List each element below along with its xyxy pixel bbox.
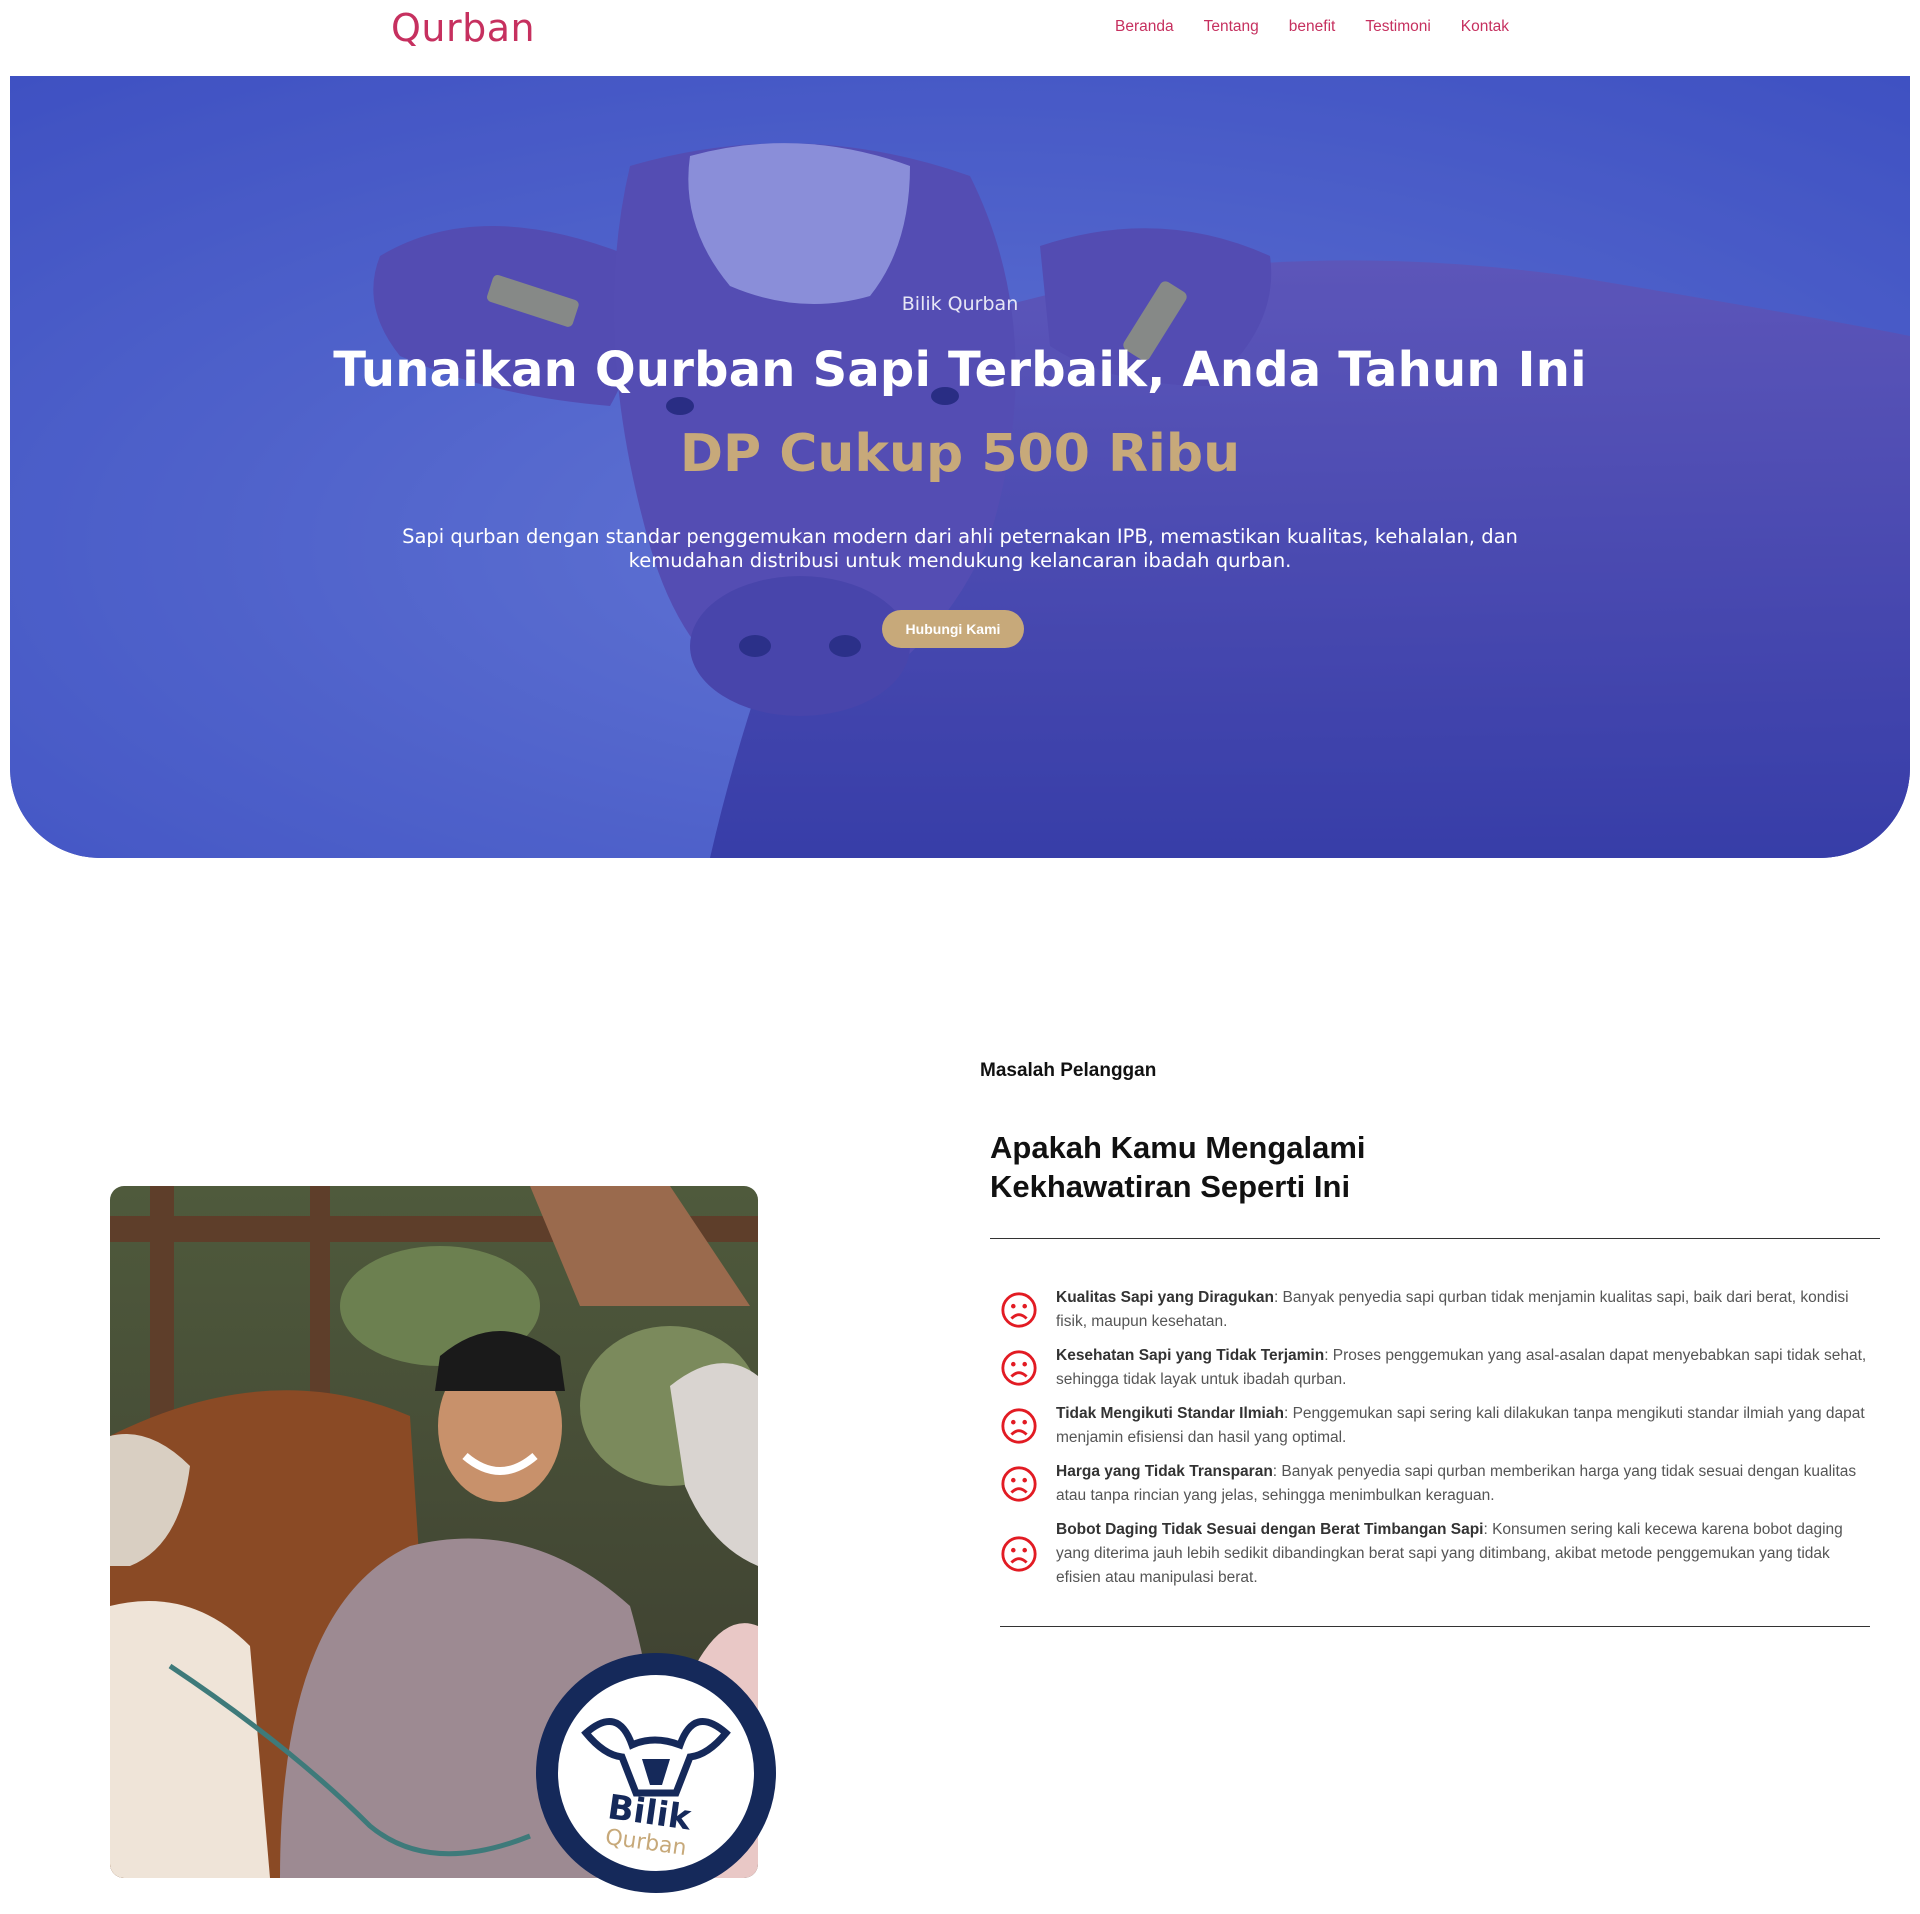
divider <box>990 1238 1880 1239</box>
problem-heading: Tidak Mengikuti Standar Ilmiah <box>1056 1405 1284 1422</box>
bull-logo-icon: Bilik Qurban <box>581 1718 731 1861</box>
list-item: Harga yang Tidak Transparan: Banyak peny… <box>1000 1460 1875 1508</box>
divider <box>1000 1626 1870 1627</box>
nav-kontak[interactable]: Kontak <box>1461 17 1509 37</box>
problem-list: Kualitas Sapi yang Diragukan: Banyak pen… <box>1000 1286 1875 1600</box>
site-header: Qurban Beranda Tentang benefit Testimoni… <box>0 0 1920 76</box>
problem-heading: Harga yang Tidak Transparan <box>1056 1463 1273 1480</box>
list-item: Kesehatan Sapi yang Tidak Terjamin: Pros… <box>1000 1344 1875 1392</box>
hero-section: Bilik Qurban Tunaikan Qurban Sapi Terbai… <box>10 76 1910 858</box>
hero-subtitle: DP Cukup 500 Ribu <box>679 424 1241 484</box>
list-item: Kualitas Sapi yang Diragukan: Banyak pen… <box>1000 1286 1875 1334</box>
sad-face-icon <box>1001 1408 1037 1444</box>
nav-testimoni[interactable]: Testimoni <box>1365 17 1430 37</box>
nav-beranda[interactable]: Beranda <box>1115 17 1174 37</box>
hero-description: Sapi qurban dengan standar penggemukan m… <box>402 525 1518 572</box>
brand-logo[interactable]: Qurban <box>391 6 535 50</box>
nav-tentang[interactable]: Tentang <box>1204 17 1259 37</box>
sad-face-icon <box>1001 1536 1037 1572</box>
main-nav: Beranda Tentang benefit Testimoni Kontak <box>1115 17 1539 37</box>
sad-face-icon <box>1001 1350 1037 1386</box>
hero-content: Bilik Qurban Tunaikan Qurban Sapi Terbai… <box>10 76 1910 858</box>
bilik-qurban-badge: Bilik Qurban <box>536 1653 776 1893</box>
problem-heading: Kesehatan Sapi yang Tidak Terjamin <box>1056 1347 1325 1364</box>
nav-benefit[interactable]: benefit <box>1289 17 1336 37</box>
sad-face-icon <box>1001 1466 1037 1502</box>
hero-eyebrow: Bilik Qurban <box>901 293 1019 315</box>
problem-heading: Kualitas Sapi yang Diragukan <box>1056 1289 1274 1306</box>
list-item: Bobot Daging Tidak Sesuai dengan Berat T… <box>1000 1518 1875 1590</box>
list-item: Tidak Mengikuti Standar Ilmiah: Penggemu… <box>1000 1402 1875 1450</box>
section-title: Apakah Kamu Mengalami Kekhawatiran Seper… <box>990 1130 1366 1204</box>
problem-heading: Bobot Daging Tidak Sesuai dengan Berat T… <box>1056 1521 1484 1538</box>
sad-face-icon <box>1001 1292 1037 1328</box>
section-eyebrow: Masalah Pelanggan <box>980 1060 1157 1081</box>
hero-title: Tunaikan Qurban Sapi Terbaik, Anda Tahun… <box>333 342 1587 398</box>
contact-us-button[interactable]: Hubungi Kami <box>882 610 1024 648</box>
